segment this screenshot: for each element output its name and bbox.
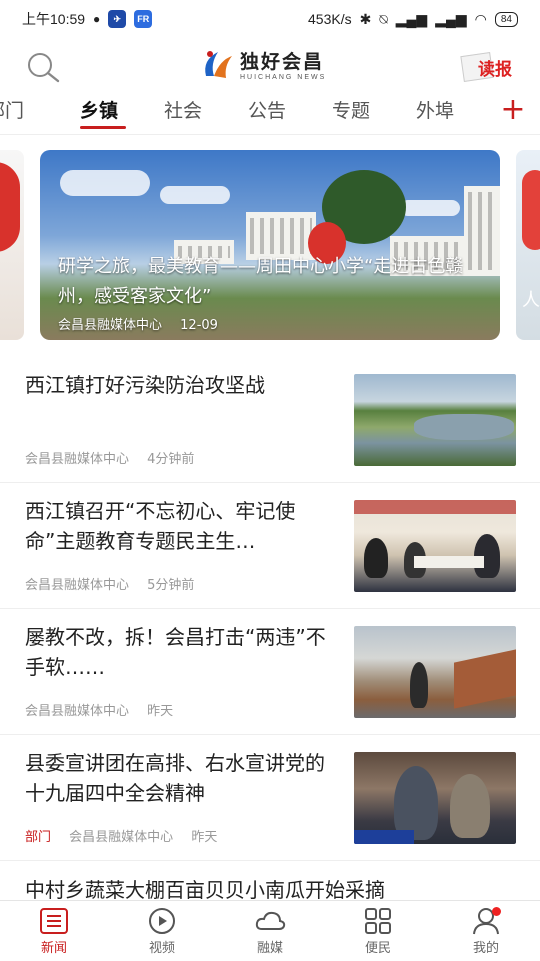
add-channel-button[interactable]: + [498,92,528,128]
carousel-caption: 研学之旅，最美教育——周田中心小学“走进古色赣州，感受客家文化” [58,256,464,307]
wifi-icon: ◠ [474,10,487,27]
news-item[interactable]: 西江镇召开“不忘初心、牢记使命”主题教育专题民主生… 会昌县融媒体中心 5分钟前 [0,482,540,609]
tab-society[interactable]: 社会 [164,96,202,123]
logo-mark-icon [198,46,234,82]
mute-icon: ⍉ [379,10,388,27]
news-meta: 会昌县融媒体中心 昨天 [25,700,187,719]
search-icon [28,53,60,83]
app-logo: 独好会昌 HUICHANG NEWS [198,44,326,84]
read-newspaper-label: 读报 [478,60,512,80]
news-meta: 部门 会昌县融媒体中心 昨天 [25,826,231,845]
news-title: 屡教不改，拆！会昌打击“两违”不手软…… [25,625,326,679]
nav-media[interactable]: 融媒 [230,907,310,956]
battery-indicator: 84 [494,11,518,27]
search-button[interactable] [24,50,64,84]
app-header: 独好会昌 HUICHANG NEWS 读报 [0,38,540,92]
bluetooth-icon: ✱ [359,10,372,27]
news-thumbnail [354,752,516,844]
network-speed: 453K/s [308,11,352,27]
signal-1-icon: ▂▄▆ [395,10,428,27]
carousel-slide[interactable]: 研学之旅，最美教育——周田中心小学“走进古色赣州，感受客家文化” 会昌县融媒体中… [40,150,500,340]
status-time: 上午10:59 [22,11,86,27]
news-source: 会昌县融媒体中心 [25,578,130,593]
nav-news-label: 新闻 [40,941,67,956]
tab-department[interactable]: 部门 [0,96,24,123]
status-bar: 上午10:59 ● ✈ FR 453K/s ✱ ⍉ ▂▄▆ ▂▄▆ ◠ 84 [0,0,540,38]
active-tab-indicator [80,126,126,129]
nav-media-label: 融媒 [256,941,283,956]
video-icon [149,908,175,934]
carousel-prev-slide[interactable]: 命 [0,150,24,340]
tab-outside[interactable]: 外埠 [416,96,454,123]
logo-subtitle: HUICHANG NEWS [240,74,327,81]
carousel-date: 12-09 [180,318,218,333]
plus-icon: + [500,92,526,127]
nav-services-label: 便民 [364,941,391,956]
nav-news[interactable]: 新闻 [14,907,94,956]
news-time: 昨天 [191,830,218,845]
news-icon [40,908,68,934]
carousel-meta: 会昌县融媒体中心 12-09 [58,314,232,333]
news-title: 西江镇召开“不忘初心、牢记使命”主题教育专题民主生… [25,499,296,553]
news-title: 县委宣讲团在高排、右水宣讲党的十九届四中全会精神 [25,751,325,805]
fr-app-icon: FR [134,10,153,28]
news-item[interactable]: 西江镇打好污染防治攻坚战 会昌县融媒体中心 4分钟前 [0,356,540,483]
news-meta: 会昌县融媒体中心 5分钟前 [25,574,208,593]
nav-profile-label: 我的 [472,941,499,956]
grid-icon [365,908,391,934]
news-time: 4分钟前 [147,452,195,467]
news-source: 会昌县融媒体中心 [69,830,174,845]
carousel-next-slide[interactable]: 人 [516,150,540,340]
news-source: 会昌县融媒体中心 [25,704,130,719]
category-tabs: 部门 乡镇 社会 公告 专题 外埠 + [0,92,540,135]
news-title: 西江镇打好污染防治攻坚战 [25,373,265,397]
next-slide-text: 人 [522,290,540,311]
featured-carousel[interactable]: 命 研学之旅，最美教育——周田中心小学“走进古色赣州，感受客家文化” 会昌县融媒… [0,148,540,342]
carousel-source: 会昌县融媒体中心 [58,318,163,333]
cloud-icon [255,911,286,930]
signal-2-icon: ▂▄▆ [435,10,467,27]
nav-services[interactable]: 便民 [338,907,418,956]
bird-app-icon: ✈ [108,10,127,28]
news-thumbnail [354,374,516,466]
news-thumbnail [354,500,516,592]
news-thumbnail [354,626,516,718]
notification-dot [492,907,501,916]
tab-township[interactable]: 乡镇 [80,96,118,123]
nav-profile[interactable]: 我的 [446,907,526,956]
nav-video[interactable]: 视频 [122,907,202,956]
read-newspaper-button[interactable]: 读报 [460,50,518,84]
chat-bubble-icon: ● [93,12,101,26]
news-source: 会昌县融媒体中心 [25,452,130,467]
news-item[interactable]: 县委宣讲团在高排、右水宣讲党的十九届四中全会精神 部门 会昌县融媒体中心 昨天 [0,734,540,861]
tab-special[interactable]: 专题 [332,96,370,123]
news-time: 5分钟前 [147,578,195,593]
news-tag: 部门 [25,830,52,845]
news-meta: 会昌县融媒体中心 4分钟前 [25,448,208,467]
news-item[interactable]: 屡教不改，拆！会昌打击“两违”不手软…… 会昌县融媒体中心 昨天 [0,608,540,735]
news-title-partial[interactable]: 中村乡蔬菜大棚百亩贝贝小南瓜开始采摘 [25,874,385,903]
logo-title: 独好会昌 [240,51,325,73]
tab-announcement[interactable]: 公告 [248,96,286,123]
news-time: 昨天 [147,704,174,719]
nav-video-label: 视频 [148,941,175,956]
bottom-navigation: 新闻 视频 融媒 便民 我的 [0,900,540,961]
